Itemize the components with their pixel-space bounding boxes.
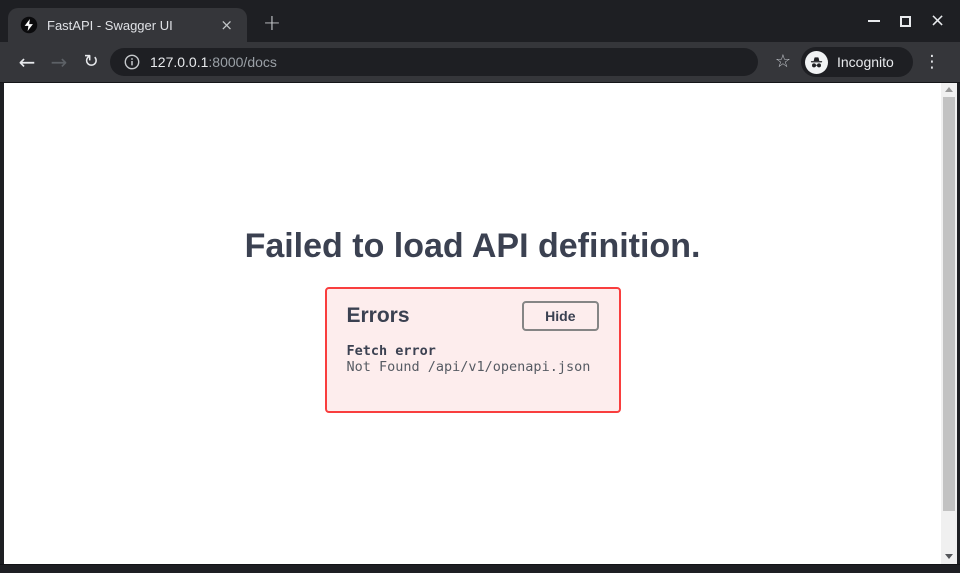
url-host: 127.0.0.1 (150, 54, 208, 70)
scroll-down-arrow-icon[interactable] (945, 554, 953, 559)
fastapi-favicon-icon (20, 16, 38, 34)
minimize-icon (868, 20, 880, 22)
incognito-icon (809, 55, 824, 70)
errors-panel-title: Errors (347, 301, 410, 331)
errors-panel-header: Errors Hide (347, 301, 599, 331)
vertical-scrollbar[interactable] (941, 83, 957, 564)
url-path: :8000/docs (208, 54, 277, 70)
page-title: Failed to load API definition. (4, 224, 941, 268)
error-entry: Fetch error Not Found /api/v1/openapi.js… (347, 343, 599, 375)
bookmark-star-icon[interactable]: ☆ (772, 51, 794, 73)
browser-window: FastAPI - Swagger UI × + × ← → ↻ 127.0.0… (0, 0, 960, 573)
url-text: 127.0.0.1:8000/docs (150, 54, 277, 70)
browser-toolbar: ← → ↻ 127.0.0.1:8000/docs ☆ In (0, 42, 960, 83)
window-close-button[interactable]: × (929, 13, 946, 30)
incognito-label: Incognito (837, 54, 894, 70)
window-close-icon: × (930, 13, 945, 29)
tab-fastapi-swagger[interactable]: FastAPI - Swagger UI × (8, 8, 247, 42)
maximize-icon (900, 16, 911, 27)
scroll-up-arrow-icon[interactable] (945, 87, 953, 92)
reload-button[interactable]: ↻ (76, 47, 106, 77)
site-info-icon[interactable] (124, 54, 140, 70)
minimize-button[interactable] (865, 13, 882, 30)
errors-panel: Errors Hide Fetch error Not Found /api/v… (325, 287, 621, 413)
hide-errors-button[interactable]: Hide (522, 301, 598, 331)
page-content: Failed to load API definition. Errors Hi… (4, 83, 941, 564)
window-controls: × (865, 11, 946, 31)
scrollbar-thumb[interactable] (943, 97, 955, 511)
tab-close-icon[interactable]: × (216, 16, 237, 35)
back-button[interactable]: ← (12, 47, 42, 77)
tab-strip: FastAPI - Swagger UI × + × (0, 0, 960, 42)
incognito-avatar (805, 51, 828, 74)
error-entry-title: Fetch error (347, 343, 599, 359)
incognito-badge: Incognito (801, 47, 913, 77)
forward-button[interactable]: → (44, 47, 74, 77)
error-entry-message: Not Found /api/v1/openapi.json (347, 359, 599, 375)
address-bar[interactable]: 127.0.0.1:8000/docs (110, 48, 758, 76)
tab-title: FastAPI - Swagger UI (47, 18, 216, 33)
window-frame-bottom (0, 564, 960, 573)
browser-menu-icon[interactable]: ⋮ (920, 50, 944, 74)
new-tab-button[interactable]: + (258, 11, 286, 39)
maximize-button[interactable] (897, 13, 914, 30)
